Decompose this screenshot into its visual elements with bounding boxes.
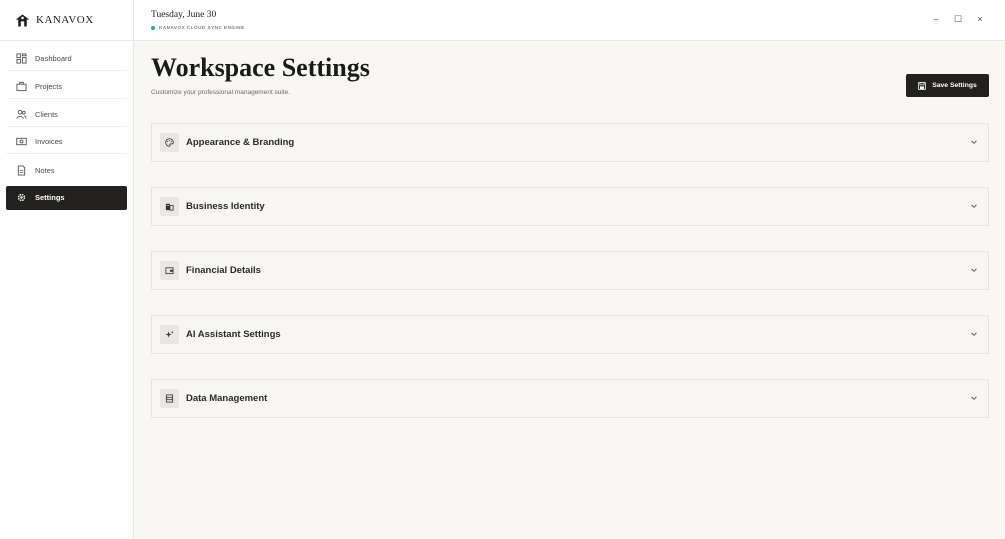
section-financial-details[interactable]: Financial Details — [151, 251, 989, 290]
section-data-management[interactable]: Data Management — [151, 379, 989, 418]
sidebar-item-label: Invoices — [35, 137, 63, 147]
section-appearance-branding[interactable]: Appearance & Branding — [151, 123, 989, 162]
page-subtitle: Customize your professional management s… — [151, 89, 291, 96]
sparkles-icon — [160, 325, 179, 344]
building-icon — [160, 197, 179, 216]
window-controls: – ☐ × — [931, 14, 985, 25]
section-title: Appearance & Branding — [186, 137, 295, 148]
chevron-down-icon — [970, 394, 978, 402]
sidebar: KANAVOX Dashboard Projects Clients Invoi… — [0, 0, 134, 539]
section-title: AI Assistant Settings — [186, 329, 281, 340]
sidebar-item-notes[interactable]: Notes — [6, 158, 127, 182]
chevron-down-icon — [970, 202, 978, 210]
chevron-down-icon — [970, 330, 978, 338]
logo-icon — [14, 12, 31, 29]
section-title: Data Management — [186, 393, 268, 404]
sync-status: KANAVOX CLOUD SYNC ENGINE — [151, 25, 245, 30]
file-icon — [16, 165, 27, 176]
section-ai-assistant-settings[interactable]: AI Assistant Settings — [151, 315, 989, 354]
sidebar-nav: Dashboard Projects Clients Invoices Note… — [0, 41, 133, 210]
page-title: Workspace Settings — [151, 53, 370, 82]
dashboard-icon — [16, 53, 27, 64]
chevron-down-icon — [970, 266, 978, 274]
section-title: Business Identity — [186, 201, 265, 212]
brand-name: KANAVOX — [36, 14, 94, 26]
sidebar-item-label: Dashboard — [35, 54, 72, 63]
save-settings-label: Save Settings — [932, 82, 977, 89]
banknote-icon — [16, 136, 27, 147]
wallet-icon — [160, 261, 179, 280]
database-icon — [160, 389, 179, 408]
chevron-down-icon — [970, 138, 978, 146]
top-header: Tuesday, June 30 KANAVOX CLOUD SYNC ENGI… — [134, 0, 1005, 41]
save-icon — [918, 81, 926, 90]
sidebar-item-clients[interactable]: Clients — [6, 103, 127, 127]
current-date: Tuesday, June 30 — [151, 10, 217, 20]
gear-icon — [16, 192, 27, 203]
palette-icon — [160, 133, 179, 152]
sidebar-item-label: Clients — [35, 109, 58, 119]
sidebar-item-projects[interactable]: Projects — [6, 75, 127, 99]
brand[interactable]: KANAVOX — [0, 0, 133, 41]
users-icon — [16, 109, 27, 120]
sidebar-item-label: Projects — [35, 81, 63, 91]
status-dot-icon — [151, 25, 155, 30]
sidebar-item-invoices[interactable]: Invoices — [6, 130, 127, 155]
sync-status-label: KANAVOX CLOUD SYNC ENGINE — [159, 25, 245, 30]
briefcase-icon — [16, 81, 27, 92]
minimize-button[interactable]: – — [931, 14, 941, 24]
sidebar-item-label: Settings — [35, 193, 65, 203]
sidebar-item-dashboard[interactable]: Dashboard — [6, 47, 127, 71]
sidebar-item-settings[interactable]: Settings — [6, 185, 127, 210]
save-settings-button[interactable]: Save Settings — [906, 74, 989, 97]
sidebar-item-label: Notes — [35, 165, 55, 175]
maximize-button[interactable]: ☐ — [953, 14, 963, 24]
close-button[interactable]: × — [975, 14, 985, 24]
section-title: Financial Details — [186, 265, 261, 276]
section-business-identity[interactable]: Business Identity — [151, 187, 989, 226]
